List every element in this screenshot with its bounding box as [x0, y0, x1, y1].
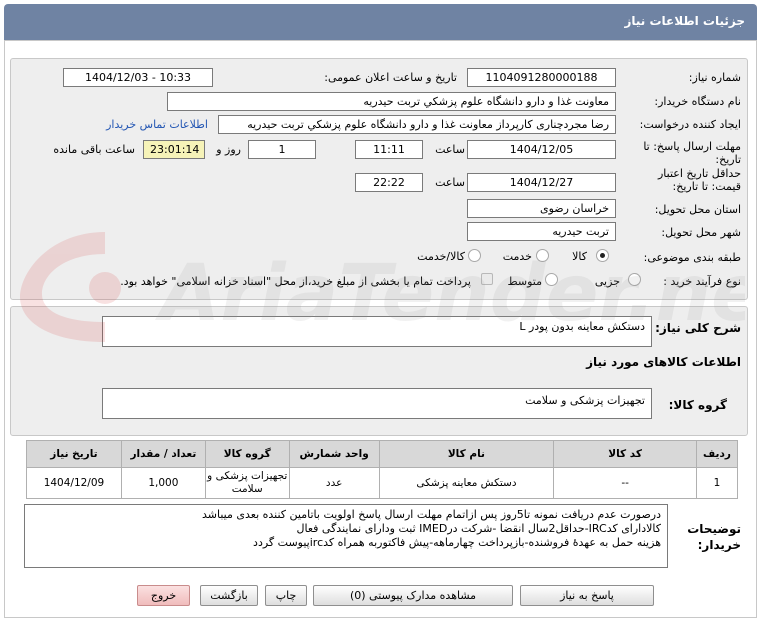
validity-time-field: 22:22	[355, 173, 423, 192]
items-table-header: تاریخ نیاز تعداد / مقدار گروه کالا واحد …	[26, 440, 739, 468]
days-label: روز و	[216, 143, 241, 156]
deadline-label: مهلت ارسال پاسخ: تا تاریخ:	[643, 140, 741, 166]
process-radio-minor[interactable]	[628, 273, 641, 286]
process-radio-medium[interactable]	[545, 273, 558, 286]
buyer-contact-link[interactable]: اطلاعات تماس خریدار	[106, 118, 208, 131]
cell-unit: عدد	[288, 467, 380, 499]
province-field: خراسان رضوی	[467, 199, 616, 218]
buyer-notes-field: درصورت عدم دریافت نمونه تا5روز پس ازاتما…	[24, 504, 668, 568]
process-type-label: نوع فرآیند خرید :	[663, 275, 741, 288]
category-option-service: خدمت	[502, 250, 532, 263]
validity-time-label: ساعت	[435, 176, 465, 189]
buyer-org-label: نام دستگاه خریدار:	[654, 95, 741, 108]
city-field: تربت حیدریه	[467, 222, 616, 241]
buyer-note-line: کالادارای کدIRC-حداقل2سال انقضا -شرکت در…	[296, 522, 662, 535]
process-option-minor: جزیی	[594, 275, 620, 288]
deadline-date-field: 1404/12/05	[467, 140, 616, 159]
need-summary-label: شرح کلی نیاز:	[655, 321, 741, 335]
process-option-medium: متوسط	[507, 275, 542, 288]
need-number-field: 1104091280000188	[467, 68, 616, 87]
category-label: طبقه بندی موضوعی:	[643, 251, 741, 264]
treasury-payment-checkbox[interactable]	[481, 273, 493, 285]
goods-info-title: اطلاعات کالاهای مورد نیاز	[586, 355, 741, 369]
col-header-goods-name: نام کالا	[378, 440, 555, 468]
buyer-note-line: هزینه حمل به عهدۀ فروشنده-بازپرداخت چهار…	[253, 536, 661, 549]
back-button[interactable]: بازگشت	[200, 585, 258, 606]
print-button[interactable]: چاپ	[265, 585, 307, 606]
items-table: تاریخ نیاز تعداد / مقدار گروه کالا واحد …	[26, 440, 739, 499]
table-row: 1404/12/09 1,000 تجهیزات پزشکی و سلامت ع…	[26, 467, 739, 499]
exit-button[interactable]: خروج	[137, 585, 190, 606]
city-label: شهر محل تحویل:	[661, 226, 741, 239]
category-option-goods: کالا	[572, 250, 587, 263]
page-header: جزئیات اطلاعات نیاز	[4, 4, 757, 40]
cell-goods-code: --	[553, 467, 697, 499]
cell-need-date: 1404/12/09	[26, 467, 122, 499]
cell-goods-group: تجهیزات پزشکی و سلامت	[204, 467, 290, 499]
announce-date-label: تاریخ و ساعت اعلان عمومی:	[324, 71, 457, 84]
category-radio-service[interactable]	[536, 249, 549, 262]
deadline-time-label: ساعت	[435, 143, 465, 156]
province-label: استان محل تحویل:	[654, 203, 741, 216]
goods-group-field: تجهیزات پزشکی و سلامت	[102, 388, 652, 419]
category-radio-goods-service[interactable]	[468, 249, 481, 262]
need-summary-field: دستکش معاینه بدون پودر L	[102, 316, 652, 347]
cell-quantity: 1,000	[120, 467, 206, 499]
reply-button[interactable]: پاسخ به نیاز	[520, 585, 654, 606]
deadline-time-field: 11:11	[355, 140, 423, 159]
time-remaining-field: 23:01:14	[143, 140, 205, 159]
cell-row-number: 1	[695, 467, 739, 499]
cell-goods-name: دستکش معاینه پزشکی	[378, 467, 555, 499]
view-attachments-button[interactable]: مشاهده مدارک پیوستی (0)	[313, 585, 513, 606]
col-header-goods-group: گروه کالا	[204, 440, 290, 468]
buyer-note-line: درصورت عدم دریافت نمونه تا5روز پس ازاتما…	[202, 508, 661, 521]
buyer-notes-label: توضیحات خریدار:	[687, 522, 741, 552]
col-header-unit: واحد شمارش	[288, 440, 380, 468]
treasury-payment-note: پرداخت تمام یا بخشی از مبلغ خرید،از محل …	[120, 275, 471, 288]
need-number-label: شماره نیاز:	[688, 71, 741, 84]
col-header-quantity: تعداد / مقدار	[120, 440, 206, 468]
category-option-goods-service: کالا/خدمت	[417, 250, 465, 263]
validity-date-field: 1404/12/27	[467, 173, 616, 192]
time-remaining-label: ساعت باقی مانده	[53, 143, 135, 156]
goods-group-label: گروه کالا:	[668, 398, 727, 412]
price-validity-label: حداقل تاریخ اعتبار قیمت: تا تاریخ:	[657, 167, 741, 193]
page-title: جزئیات اطلاعات نیاز	[624, 14, 745, 28]
buyer-org-field: معاونت غذا و دارو دانشگاه علوم پزشکي ترب…	[167, 92, 616, 111]
col-header-goods-code: کد کالا	[553, 440, 697, 468]
announce-date-field: 1404/12/03 - 10:33	[63, 68, 213, 87]
creator-label: ایجاد کننده درخواست:	[639, 118, 741, 131]
col-header-row: ردیف	[695, 440, 739, 468]
creator-field: رضا مجردچناری کارپرداز معاونت غذا و دارو…	[218, 115, 616, 134]
category-radio-goods[interactable]	[596, 249, 609, 262]
days-remaining-field: 1	[248, 140, 316, 159]
col-header-need-date: تاریخ نیاز	[26, 440, 122, 468]
